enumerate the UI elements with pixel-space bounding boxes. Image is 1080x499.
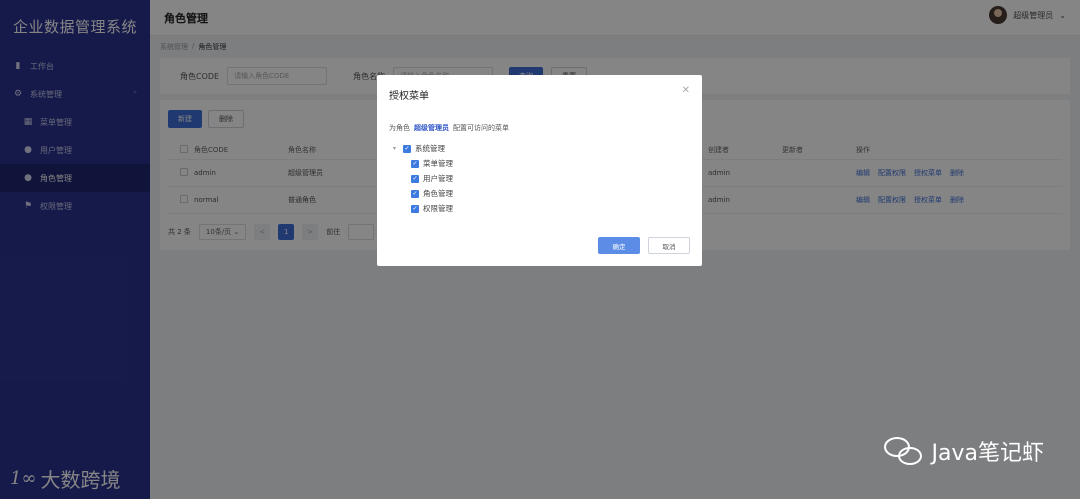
confirm-button[interactable]: 确定 <box>598 237 640 254</box>
desc-prefix: 为角色 <box>389 124 410 132</box>
role-name: 超级管理员 <box>414 124 449 132</box>
tree-checkbox[interactable]: ✓ <box>411 159 419 168</box>
cancel-button[interactable]: 取消 <box>648 237 690 254</box>
tree-checkbox[interactable]: ✓ <box>411 204 419 213</box>
tree-checkbox[interactable]: ✓ <box>411 174 419 183</box>
tree-node-label: 角色管理 <box>423 189 453 198</box>
watermark-text: Java笔记虾 <box>931 441 1044 466</box>
dialog-footer: 确定 取消 <box>598 237 690 254</box>
tree-node-label: 系统管理 <box>415 144 445 153</box>
tree-node[interactable]: ✓ 菜单管理 <box>393 156 453 171</box>
tree-node-root[interactable]: ▾ ✓ 系统管理 <box>393 141 453 156</box>
tree-checkbox[interactable]: ✓ <box>403 144 411 153</box>
tree-node-label: 用户管理 <box>423 174 453 183</box>
dialog-title: 授权菜单 <box>389 91 429 102</box>
tree-node[interactable]: ✓ 用户管理 <box>393 171 453 186</box>
close-icon[interactable]: ✕ <box>682 85 690 96</box>
authorize-menu-dialog: 授权菜单 ✕ 为角色 超级管理员 配置可访问的菜单 ▾ ✓ 系统管理 ✓ 菜单管… <box>377 75 702 266</box>
tree-node-label: 权限管理 <box>423 204 453 213</box>
wechat-icon <box>883 435 924 467</box>
desc-suffix: 配置可访问的菜单 <box>453 124 509 132</box>
tree-node[interactable]: ✓ 权限管理 <box>393 201 453 216</box>
tree-node-label: 菜单管理 <box>423 159 453 168</box>
menu-tree: ▾ ✓ 系统管理 ✓ 菜单管理 ✓ 用户管理 ✓ 角色管理 ✓ 权限管理 <box>393 141 453 216</box>
caret-down-icon[interactable]: ▾ <box>393 145 399 152</box>
watermark: Java笔记虾 <box>883 435 1044 467</box>
dialog-description: 为角色 超级管理员 配置可访问的菜单 <box>389 123 509 133</box>
tree-node[interactable]: ✓ 角色管理 <box>393 186 453 201</box>
tree-checkbox[interactable]: ✓ <box>411 189 419 198</box>
